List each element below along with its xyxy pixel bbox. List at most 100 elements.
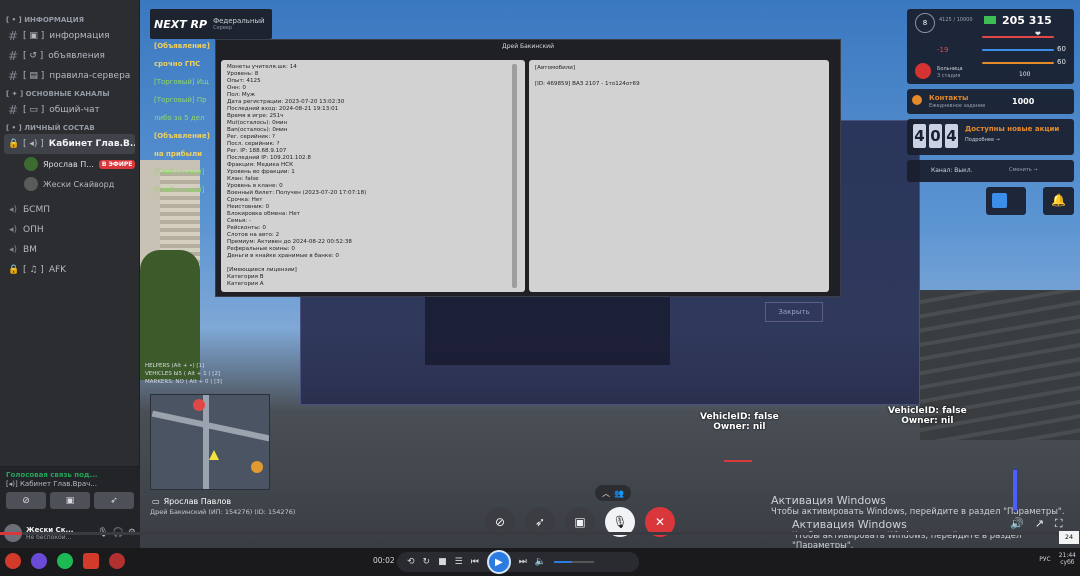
channel-general-chat[interactable]: # [ ▭ ] общий-чат [0, 100, 139, 120]
app-icon[interactable] [109, 553, 125, 569]
chat-line: срочно ГПС [154, 60, 201, 68]
screen-share-button[interactable]: ▣ [50, 492, 90, 509]
voice-channel-link[interactable]: [◂)] Кабинет Глав.Врач... [0, 479, 140, 489]
volume-icon[interactable]: 🔊 [1010, 517, 1024, 531]
info-line: [Автомобили] [535, 65, 576, 71]
channel-label: ОПН [23, 225, 44, 235]
channel-label: БСМП [23, 205, 50, 215]
loop-icon[interactable]: ↻ [423, 557, 431, 567]
volume-fill [554, 561, 573, 563]
lock-icon: 🔒 [8, 265, 20, 275]
promo-more-link[interactable]: Подробнее → [965, 137, 1000, 143]
contacts-icon [912, 95, 922, 105]
category-main[interactable]: [ ✦ ] основные каналы [0, 86, 139, 100]
server-sub-label: Сервер [213, 25, 233, 31]
info-line: Рег. серийник: ? [227, 134, 275, 140]
previous-icon[interactable]: ⏮ [471, 557, 479, 567]
channel-label: объявления [48, 51, 105, 61]
chrome-icon[interactable] [5, 553, 21, 569]
info-line: Посл. серийник: ? [227, 141, 280, 147]
channel-label: правила-сервера [49, 71, 131, 81]
volume-slider[interactable] [554, 561, 595, 563]
voice-user-yaroslav[interactable]: Ярослав П... В ЭФИРЕ [0, 154, 139, 174]
repeat-icon[interactable]: ⟲ [407, 557, 415, 567]
activity-button[interactable]: ➶ [94, 492, 134, 509]
fullscreen-icon[interactable]: ⛶ [1055, 517, 1063, 531]
channel-status: Канал: Выкл. [931, 167, 973, 174]
money-value: 205 315 [1002, 14, 1052, 27]
camera-off-button[interactable]: ⊘ [6, 492, 46, 509]
user-name: Жески Скайворд [43, 179, 115, 189]
voice-buttons: ⊘ ▣ ➶ [0, 489, 140, 512]
voice-channel-opn[interactable]: ◂) ОПН [0, 220, 139, 240]
voice-status[interactable]: Голосовая связь под... [0, 467, 140, 479]
hash-icon: # [8, 29, 19, 43]
channel-announcements[interactable]: # [ ↺ ] объявления [0, 46, 139, 66]
clock[interactable]: 21:44 субб [1059, 552, 1076, 566]
voice-channel-bsmp[interactable]: ◂) БСМП [0, 200, 139, 220]
info-line [535, 72, 823, 80]
key-hints: HELPERS (Alt + •) [1] VEHICLES Ы5 ( Alt +… [145, 362, 222, 386]
keyboard-language[interactable]: РУС [1039, 556, 1050, 563]
stream-caption: ▭ Ярослав Павлов [140, 494, 280, 508]
task-amount: 1000 [1012, 97, 1035, 106]
change-channel-button[interactable]: Сменить → [1009, 167, 1038, 173]
info-line: Опыт: 4125 [227, 78, 261, 84]
info-line: Семья: - [227, 218, 251, 224]
playlist-icon[interactable]: ☰ [455, 557, 463, 567]
category-info[interactable]: [ • ] информация [0, 0, 139, 26]
promo-clock-widget[interactable]: 4 0 4 Доступны новые акции Подробнее → [907, 119, 1074, 155]
info-line: Блокировка обмена: Нет [227, 211, 300, 217]
info-line: Уровень: 8 [227, 71, 259, 77]
background-dialog-inner [425, 290, 670, 365]
voice-channel-label: Кабинет Глав.Врач... [19, 480, 97, 488]
speaker-icon: ◂) [8, 205, 18, 215]
road-segment [203, 395, 209, 489]
expand-controls-button[interactable]: ︿ 👥 [595, 485, 631, 501]
firefox-icon[interactable] [31, 553, 47, 569]
next-icon[interactable]: ⏭ [519, 557, 527, 567]
vehicle-id-label: VehicleID: false [888, 406, 967, 416]
spotify-icon[interactable] [57, 553, 73, 569]
player-arrow-icon [209, 450, 219, 460]
voice-channel-afk[interactable]: 🔒[ ♫ ] AFK [0, 260, 139, 280]
taskbar-apps [5, 553, 125, 569]
clock-time: 21:44 [1058, 552, 1076, 559]
stop-icon[interactable]: ■ [438, 557, 447, 567]
scrollbar[interactable] [512, 64, 517, 288]
channel-info[interactable]: # [ ▣ ] информация [0, 26, 139, 46]
vehicle-overlay-label: VehicleID: false Owner: nil [888, 406, 967, 426]
heart-icon: ❤ [1035, 30, 1041, 38]
play-button[interactable]: ▶ [486, 550, 511, 574]
info-line: Слотов на авто: 2 [227, 232, 280, 238]
voice-channel-vm[interactable]: ◂) ВМ [0, 240, 139, 260]
close-button[interactable]: Закрыть [765, 302, 823, 322]
notification-button[interactable]: 🔔 [1043, 187, 1074, 215]
chevron-up-icon: ︿ [602, 488, 611, 498]
info-line: [Имеющиеся лицензии] [227, 267, 297, 273]
playback-progress[interactable] [0, 532, 1080, 535]
screen: [ • ] информация # [ ▣ ] информация # [ ↺ ]… [0, 0, 1080, 576]
info-line: Военный билет: Получен (2023-07-20 17:07… [227, 190, 367, 196]
live-badge: В ЭФИРЕ [98, 159, 136, 169]
category-label: основные каналы [25, 90, 110, 98]
daily-task-widget[interactable]: Контакты Ежедневное задание 1000 [907, 89, 1074, 114]
quick-action-box[interactable] [986, 187, 1026, 215]
channel-rules[interactable]: # [ ▤ ] правила-сервера [0, 66, 139, 86]
chat-line: [Глобальный] [154, 186, 205, 194]
info-line: Деньги в кнайке хранимые в банке: 0 [227, 253, 339, 259]
health-status-sub: 3 стадия [937, 73, 961, 79]
info-line: MARKERS: NO ( Alt + 0 ) [3] [145, 379, 222, 385]
voice-channel-cabinet[interactable]: 🔒[ ◂) ] Кабинет Глав.В... [4, 134, 135, 154]
popout-icon[interactable]: ↗ [1035, 517, 1044, 531]
brand-label: NEXT RP [154, 17, 208, 31]
corner-tag: 24 [1059, 531, 1079, 544]
app-icon[interactable] [83, 553, 99, 569]
stream-view[interactable]: NEXT RP Федеральный Сервер [Объявление] с… [140, 0, 1080, 548]
activation-text: Чтобы активировать Windows, перейдите в … [771, 507, 1065, 517]
channel-label: AFK [48, 265, 67, 275]
volume-icon[interactable]: 🔈 [535, 557, 546, 567]
voice-user-zheski[interactable]: Жески Скайворд [0, 174, 139, 194]
category-personnel[interactable]: [ • ] личный состав [0, 120, 139, 134]
hash-icon: # [8, 69, 19, 83]
